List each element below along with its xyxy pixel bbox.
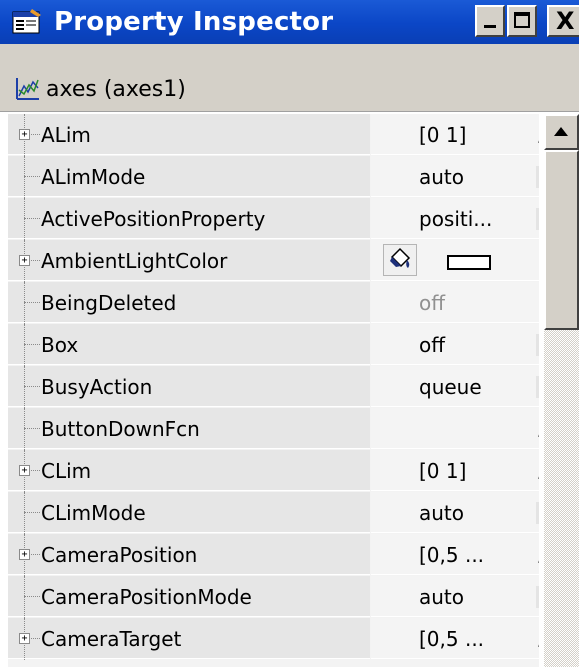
- tree-branch: [24, 512, 40, 514]
- property-row[interactable]: + CameraPosition [0,5 ...: [8, 534, 539, 576]
- property-name: CameraPositionMode: [41, 585, 252, 609]
- tree-branch: [24, 386, 40, 388]
- window-title: Property Inspector: [54, 7, 334, 37]
- name-cell: ActivePositionProperty: [8, 198, 370, 240]
- pencil-icon[interactable]: [536, 461, 539, 481]
- arrow-up-icon: [554, 127, 568, 136]
- window-frame: [0, 44, 579, 68]
- property-value[interactable]: auto: [419, 165, 464, 189]
- dropdown-arrow-icon[interactable]: [536, 586, 539, 608]
- value-cell: [371, 282, 539, 323]
- color-picker-button[interactable]: [383, 244, 417, 276]
- property-row[interactable]: CLimMode auto: [8, 492, 539, 534]
- property-row[interactable]: ALimMode auto: [8, 156, 539, 198]
- property-row[interactable]: BusyAction queue: [8, 366, 539, 408]
- pencil-icon[interactable]: [536, 629, 539, 649]
- tree-branch: [24, 344, 40, 346]
- pencil-icon[interactable]: [536, 419, 539, 439]
- maximize-button[interactable]: [507, 5, 537, 37]
- paint-bucket-icon: [390, 247, 411, 268]
- property-name: CLimMode: [41, 501, 146, 525]
- property-value[interactable]: [0,5 ...: [419, 543, 484, 567]
- expand-icon[interactable]: +: [19, 549, 30, 560]
- name-cell: CLimMode: [8, 492, 370, 534]
- name-cell: + CLim: [8, 450, 370, 492]
- name-cell: + ALim: [8, 114, 370, 156]
- minimize-icon: [484, 25, 496, 28]
- property-grid: + ALim [0 1] ALimMode auto ActivePositio…: [8, 114, 539, 667]
- color-swatch[interactable]: [447, 255, 491, 270]
- property-row[interactable]: + ALim [0 1]: [8, 114, 539, 156]
- dropdown-arrow-icon[interactable]: [536, 376, 539, 398]
- property-row[interactable]: CameraPositionMode auto: [8, 576, 539, 618]
- close-icon: X: [556, 7, 575, 35]
- property-name: BusyAction: [41, 375, 153, 399]
- property-value[interactable]: positi...: [419, 207, 492, 231]
- tree-branch: [24, 302, 40, 304]
- property-inspector-icon: [12, 9, 41, 34]
- name-cell: + AmbientLightColor: [8, 240, 370, 282]
- property-row[interactable]: Box off: [8, 324, 539, 366]
- property-row[interactable]: + CameraTarget [0,5 ...: [8, 618, 539, 660]
- property-name: ALim: [41, 123, 91, 147]
- maximize-icon: [514, 12, 530, 28]
- property-value[interactable]: [0 1]: [419, 459, 466, 483]
- scroll-thumb[interactable]: [544, 150, 579, 330]
- property-name: BeingDeleted: [41, 291, 177, 315]
- property-row[interactable]: ButtonDownFcn: [8, 408, 539, 450]
- property-name: ActivePositionProperty: [41, 207, 266, 231]
- expand-icon[interactable]: +: [19, 129, 30, 140]
- property-value[interactable]: [0 1]: [419, 123, 466, 147]
- dropdown-arrow-icon[interactable]: [536, 166, 539, 188]
- minimize-button[interactable]: [475, 5, 505, 37]
- name-cell: ButtonDownFcn: [8, 408, 370, 450]
- property-name: CameraTarget: [41, 627, 182, 651]
- dropdown-arrow-icon[interactable]: [536, 502, 539, 524]
- tree-branch: [24, 176, 40, 178]
- name-cell: CameraPositionMode: [8, 576, 370, 618]
- tree-branch: [24, 428, 40, 430]
- expand-icon[interactable]: +: [19, 255, 30, 266]
- tree-branch: [24, 218, 40, 220]
- dropdown-arrow-icon[interactable]: [536, 208, 539, 230]
- property-value[interactable]: queue: [419, 375, 482, 399]
- name-cell: Box: [8, 324, 370, 366]
- property-name: AmbientLightColor: [41, 249, 228, 273]
- property-name: Box: [41, 333, 79, 357]
- name-cell: BeingDeleted: [8, 282, 370, 324]
- object-bar: axes (axes1): [0, 68, 579, 112]
- axes-icon: [16, 78, 39, 100]
- property-value: off: [419, 291, 446, 315]
- dropdown-arrow-icon[interactable]: [536, 334, 539, 356]
- property-value[interactable]: auto: [419, 501, 464, 525]
- title-bar: Property Inspector X: [0, 0, 579, 44]
- value-cell[interactable]: [371, 324, 539, 365]
- property-row[interactable]: ActivePositionProperty positi...: [8, 198, 539, 240]
- property-row[interactable]: + CLim [0 1]: [8, 450, 539, 492]
- property-row[interactable]: BeingDeleted off: [8, 282, 539, 324]
- property-row[interactable]: + AmbientLightColor: [8, 240, 539, 282]
- tree-branch: [24, 596, 40, 598]
- scroll-up-button[interactable]: [544, 114, 579, 150]
- property-value[interactable]: auto: [419, 585, 464, 609]
- name-cell: BusyAction: [8, 366, 370, 408]
- pencil-icon[interactable]: [536, 125, 539, 145]
- name-cell: + CameraTarget: [8, 618, 370, 660]
- property-value[interactable]: off: [419, 333, 445, 357]
- value-cell[interactable]: [371, 408, 539, 449]
- close-button[interactable]: X: [547, 5, 579, 37]
- expand-icon[interactable]: +: [19, 633, 30, 644]
- pencil-icon[interactable]: [536, 545, 539, 565]
- property-value[interactable]: [0,5 ...: [419, 627, 484, 651]
- name-cell: + CameraPosition: [8, 534, 370, 576]
- object-label: axes (axes1): [46, 77, 186, 102]
- property-name: ALimMode: [41, 165, 146, 189]
- name-cell: ALimMode: [8, 156, 370, 198]
- expand-icon[interactable]: +: [19, 465, 30, 476]
- property-name: ButtonDownFcn: [41, 417, 200, 441]
- property-name: CameraPosition: [41, 543, 198, 567]
- property-name: CLim: [41, 459, 92, 483]
